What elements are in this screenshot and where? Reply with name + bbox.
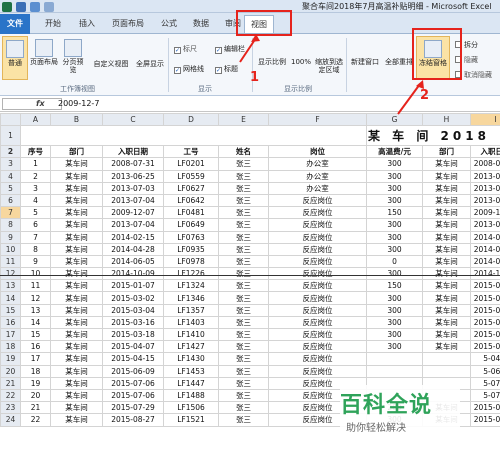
excel-window: 聚合车间2018年7月高温补贴明细 - Microsoft Excel 文件 开…: [0, 0, 500, 463]
annotation-arrows: [239, 34, 424, 115]
arrow-head-1: [251, 34, 260, 42]
arrow-line-2: [397, 83, 421, 115]
